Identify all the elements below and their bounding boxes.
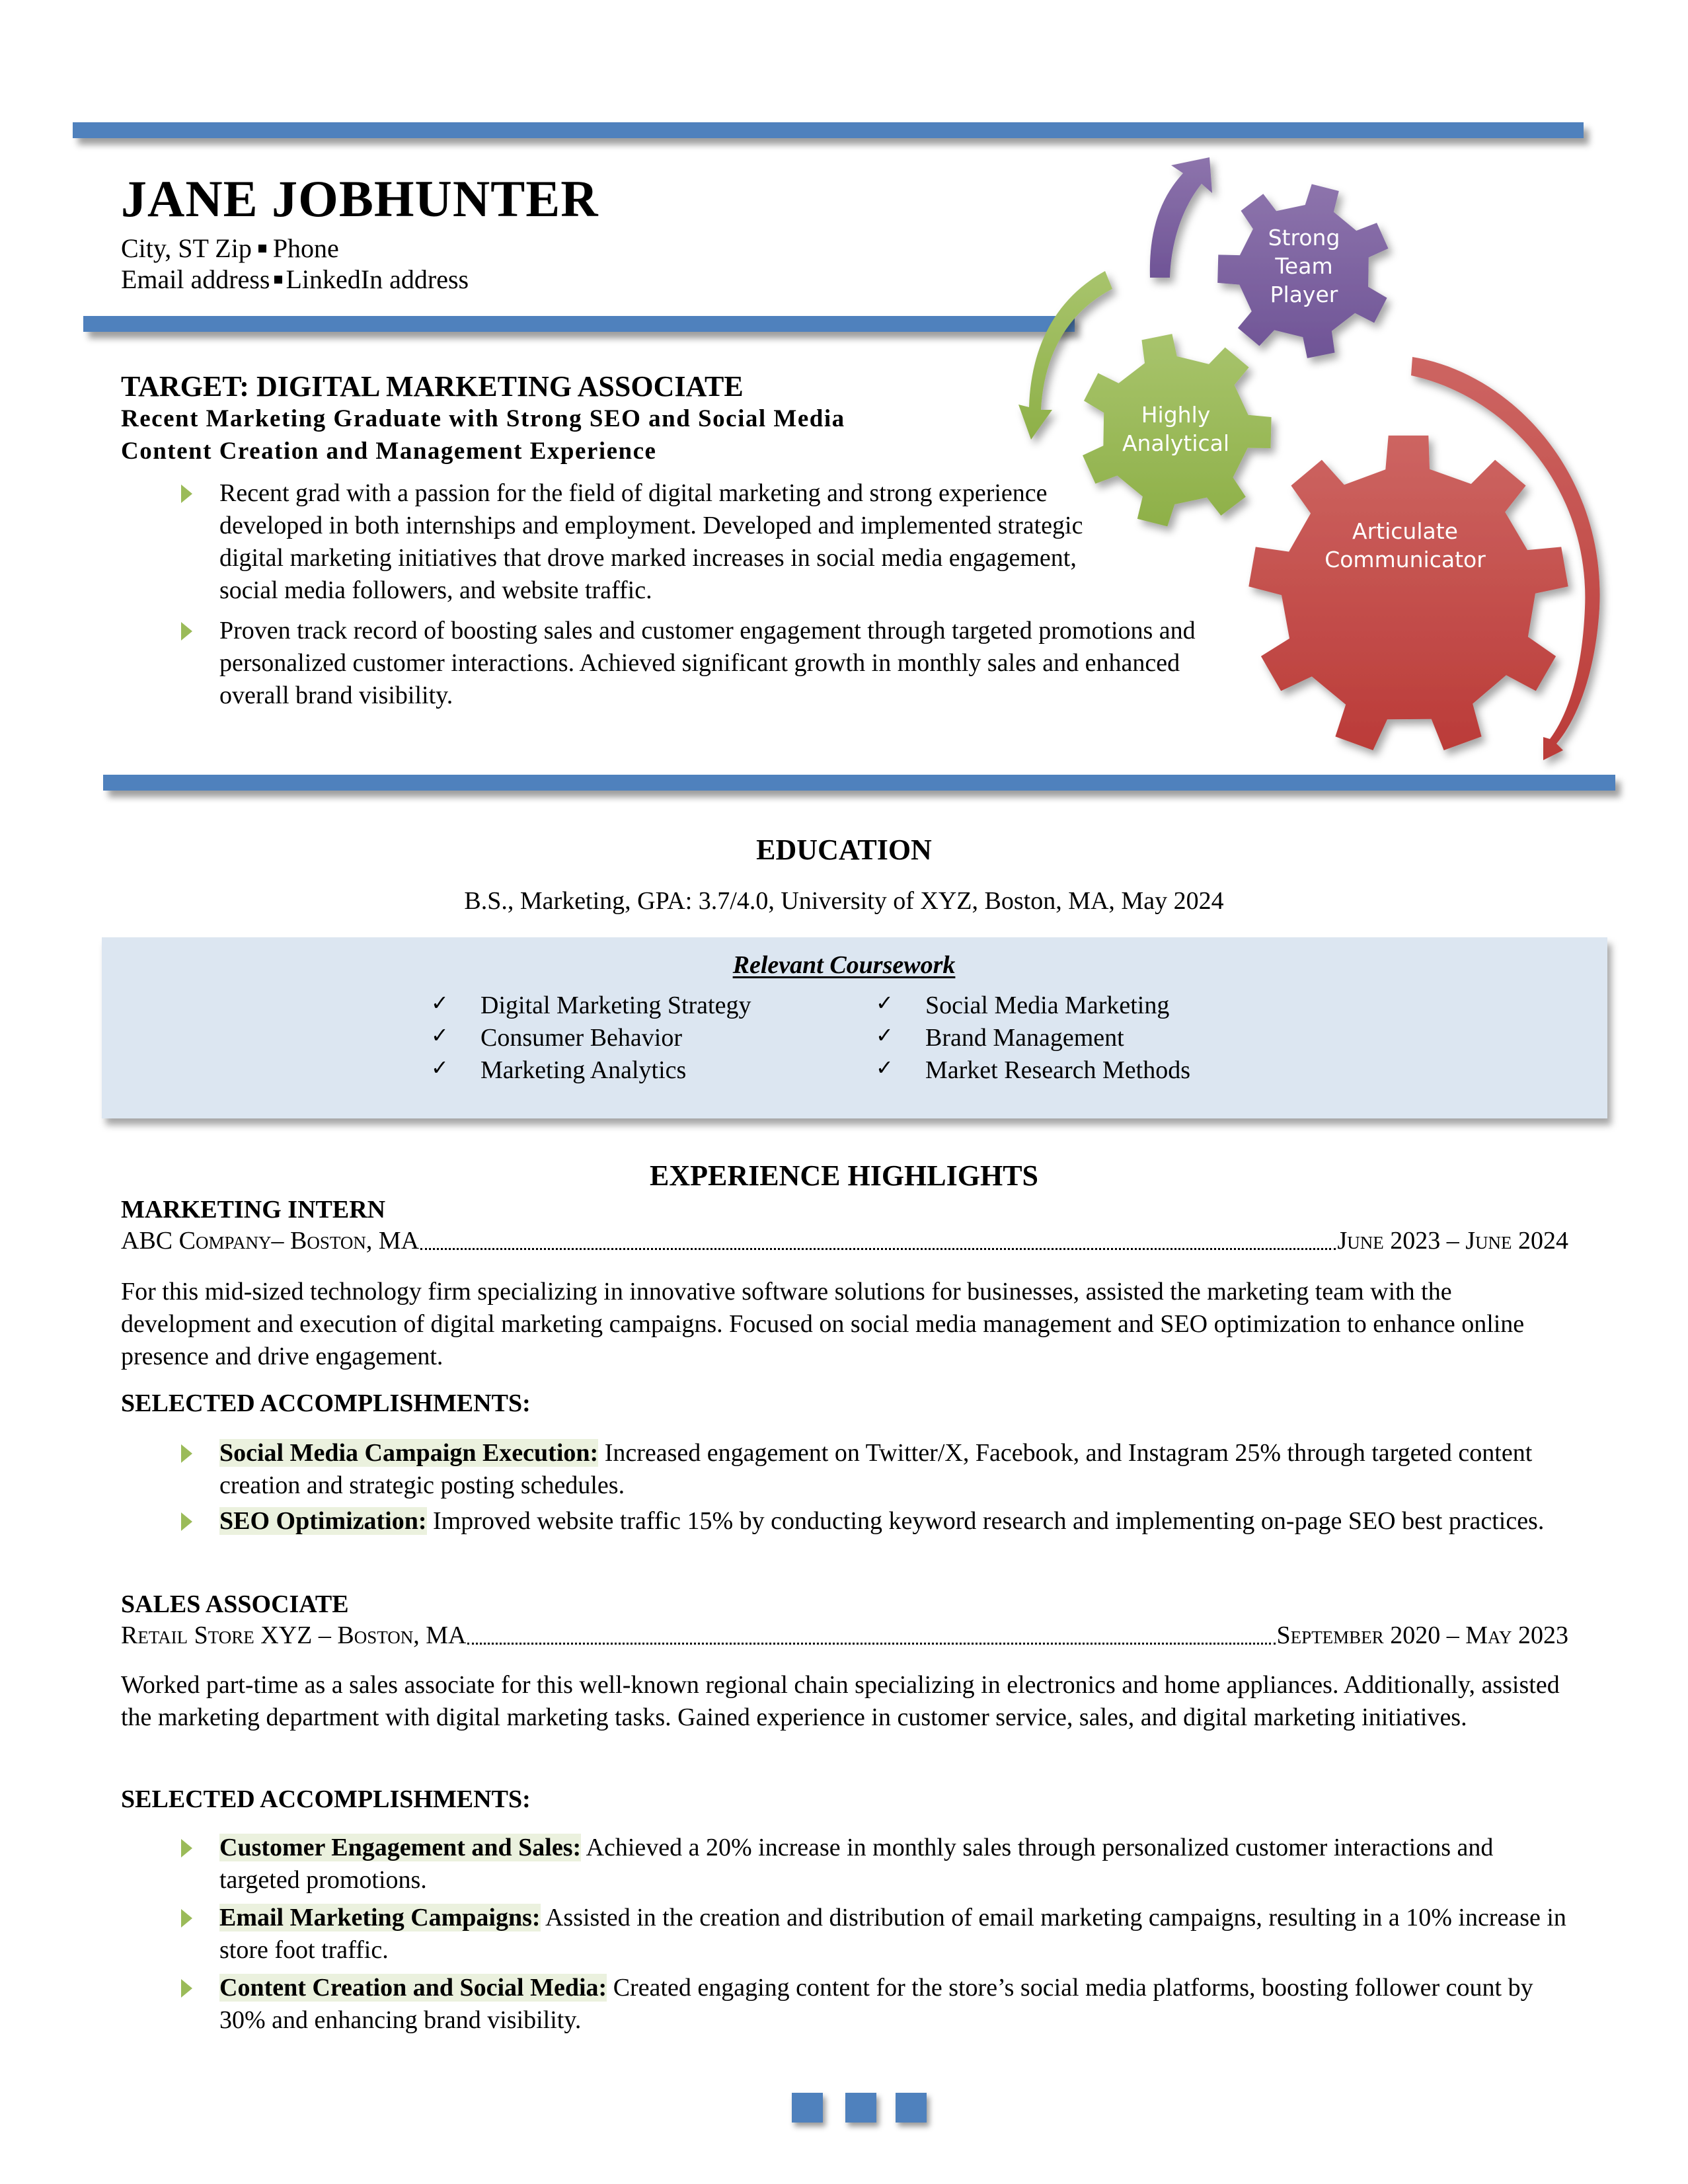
checkmark-icon: ✓ [876,990,894,1015]
bullet-arrow-icon [181,1909,192,1928]
target-bullets: Recent grad with a passion for the field… [181,477,1196,712]
job-accomplishments: Social Media Campaign Execution: Increas… [181,1437,1574,1538]
target-bullet: Proven track record of boosting sales an… [181,615,1196,712]
job-title: SALES ASSOCIATE [121,1590,349,1618]
accomplishment-item: Content Creation and Social Media: Creat… [181,1972,1574,2037]
dotted-leader [420,1248,1336,1250]
coursework-item: Marketing Analytics [480,1056,687,1084]
gear-label-team-player: Strong Team Player [1268,225,1340,307]
checkmark-icon: ✓ [876,1055,894,1080]
education-degree: B.S., Marketing, GPA: 3.7/4.0, Universit… [464,887,1224,915]
gear-label-analytical: Highly Analytical [1122,402,1230,456]
gear-communicator-icon [1248,435,1568,750]
accomplishment-item: Customer Engagement and Sales: Achieved … [181,1832,1574,1896]
checkmark-icon: ✓ [431,1023,449,1048]
accomplishment-text: Improved website traffic 15% by conducti… [426,1507,1545,1535]
accomplishment-item: Email Marketing Campaigns: Assisted in t… [181,1902,1574,1967]
bullet-arrow-icon [181,1839,192,1857]
footer-square-icon [845,2093,876,2123]
accomplishments-heading: SELECTED ACCOMPLISHMENTS: [121,1785,531,1813]
checkmark-icon: ✓ [431,990,449,1015]
footer-square-icon [792,2093,823,2123]
education-heading: EDUCATION [756,834,932,866]
job-accomplishments: Customer Engagement and Sales: Achieved … [181,1832,1574,2037]
footer-square-icon [896,2093,927,2123]
purple-cycle-arrow-icon [1149,157,1212,278]
accomplishment-label: Content Creation and Social Media: [219,1974,607,2002]
accomplishment-item: Social Media Campaign Execution: Increas… [181,1437,1574,1502]
target-title: TARGET: DIGITAL MARKETING ASSOCIATE [121,370,744,403]
bullet-arrow-icon [181,1444,192,1463]
accomplishment-label: Customer Engagement and Sales: [219,1834,582,1861]
target-subtitle-line-2: Content Creation and Management Experien… [121,438,657,465]
accomplishment-label: SEO Optimization: [219,1507,427,1535]
coursework-item: Brand Management [925,1024,1124,1052]
job-description: For this mid-sized technology firm speci… [121,1278,1525,1370]
job-description: Worked part-time as a sales associate fo… [121,1671,1560,1731]
bullet-arrow-icon [181,622,192,641]
accomplishment-label: Social Media Campaign Execution: [219,1439,599,1467]
job-dates: September 2020 – May 2023 [1276,1621,1568,1649]
job-company: Retail Store XYZ – Boston, MA [121,1621,467,1649]
coursework-item: Market Research Methods [925,1056,1190,1084]
job-company-row: ABC Company– Boston, MA June 2023 – June… [121,1228,1568,1253]
bullet-arrow-icon [181,1512,192,1531]
job-dates: June 2023 – June 2024 [1337,1227,1568,1255]
target-bullet: Recent grad with a passion for the field… [181,477,1125,607]
accomplishment-item: SEO Optimization: Improved website traff… [181,1505,1574,1538]
experience-heading: EXPERIENCE HIGHLIGHTS [649,1159,1039,1192]
coursework-item: Consumer Behavior [480,1024,683,1052]
green-cycle-arrow-icon [1018,271,1112,440]
gear-label-communicator: Articulate Communicator [1324,518,1486,572]
bullet-arrow-icon [181,1979,192,1998]
checkmark-icon: ✓ [876,1023,894,1048]
coursework-title: Relevant Coursework [732,951,956,979]
coursework-item: Social Media Marketing [925,992,1170,1019]
dotted-leader [467,1643,1276,1645]
job-company: ABC Company– Boston, MA [121,1227,420,1255]
accomplishments-heading: SELECTED ACCOMPLISHMENTS: [121,1389,531,1417]
coursework-item: Digital Marketing Strategy [480,992,751,1019]
job-company-row: Retail Store XYZ – Boston, MA September … [121,1623,1568,1648]
accomplishment-label: Email Marketing Campaigns: [219,1904,541,1931]
target-subtitle-line-1: Recent Marketing Graduate with Strong SE… [121,405,845,432]
job-title: MARKETING INTERN [121,1196,386,1224]
checkmark-icon: ✓ [431,1055,449,1080]
bullet-arrow-icon [181,485,192,503]
coursework-title-wrap: Relevant Coursework [0,953,1688,978]
